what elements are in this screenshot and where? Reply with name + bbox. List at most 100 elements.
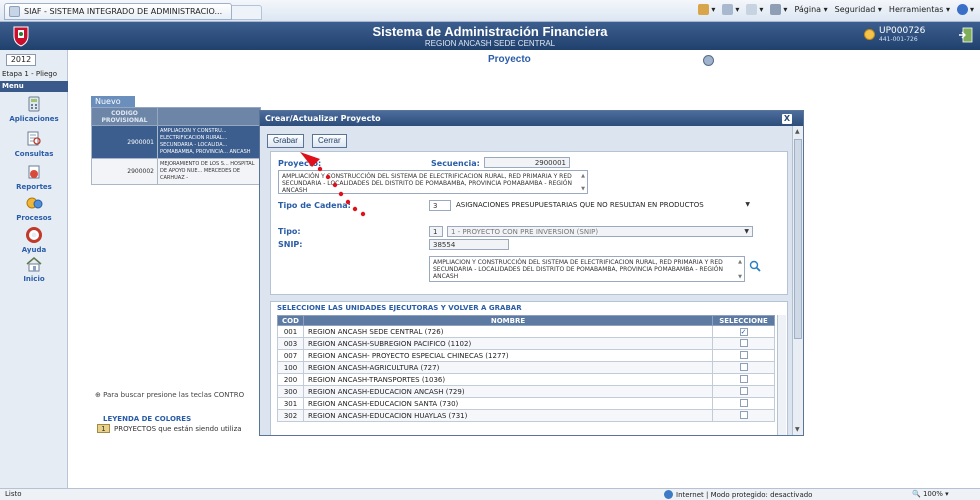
security-menu[interactable]: Seguridad ▾ bbox=[835, 5, 882, 14]
close-button[interactable]: Cerrar bbox=[312, 134, 347, 148]
table-row[interactable]: 301 REGION ANCASH-EDUCACION SANTA (730) bbox=[277, 397, 775, 410]
executing-units-scrollbar[interactable] bbox=[777, 315, 786, 435]
column-header-seleccione: SELECCIONE bbox=[712, 315, 775, 326]
exit-door-icon[interactable] bbox=[958, 27, 974, 43]
sidebar-item-consultas[interactable]: Consultas bbox=[0, 131, 68, 158]
page-menu[interactable]: Página ▾ bbox=[794, 5, 827, 14]
browser-tab[interactable]: SIAF - SISTEMA INTEGRADO DE ADMINISTRACI… bbox=[4, 3, 232, 20]
unit-select-checkbox[interactable] bbox=[739, 386, 748, 395]
dialog-close-button[interactable]: X bbox=[782, 114, 792, 124]
snip-field[interactable]: 38554 bbox=[429, 239, 509, 250]
unit-select-cell bbox=[712, 337, 775, 350]
security-zone: Internet | Modo protegido: desactivado bbox=[664, 490, 812, 499]
print-button[interactable]: ▾ bbox=[770, 4, 787, 15]
snip-label: SNIP: bbox=[278, 240, 303, 249]
table-row[interactable]: 200 REGION ANCASH-TRANSPORTES (1036) bbox=[277, 373, 775, 386]
mail-button[interactable]: ▾ bbox=[746, 4, 763, 15]
table-row[interactable]: 100 REGION ANCASH-AGRICULTURA (727) bbox=[277, 361, 775, 374]
legend-title: LEYENDA DE COLORES bbox=[103, 415, 192, 423]
unit-select-checkbox[interactable] bbox=[739, 338, 748, 347]
table-row[interactable]: 300 REGION ANCASH-EDUCACION ANCASH (729) bbox=[277, 385, 775, 398]
column-header-cod: CODIGO PROVISIONAL bbox=[91, 107, 158, 126]
table-row[interactable]: 2900002 MEJORAMIENTO DE LOS S... HOSPITA… bbox=[91, 158, 261, 185]
sidebar-item-label: Reportes bbox=[16, 183, 52, 191]
sidebar-item-procesos[interactable]: Procesos bbox=[0, 195, 68, 222]
unit-cod: 001 bbox=[277, 325, 304, 338]
project-dialog: Crear/Actualizar Proyecto X Grabar Cerra… bbox=[259, 110, 804, 436]
sidebar-item-reportes[interactable]: Reportes bbox=[0, 164, 68, 191]
scroll-up-icon[interactable]: ▲ bbox=[795, 128, 800, 135]
stage-label: Etapa 1 - Pliego bbox=[2, 70, 57, 78]
dialog-title: Crear/Actualizar Proyecto bbox=[260, 111, 803, 126]
tipo-code-field[interactable]: 1 bbox=[429, 226, 443, 237]
user-name: UP000726 bbox=[879, 26, 926, 36]
year-field[interactable]: 2012 bbox=[6, 54, 36, 66]
unit-name: REGION ANCASH-EDUCACION HUAYLAS (731) bbox=[303, 409, 713, 422]
scroll-up-icon[interactable]: ▲ bbox=[581, 173, 585, 180]
scroll-down-icon[interactable]: ▼ bbox=[738, 274, 742, 281]
unit-cod: 100 bbox=[277, 361, 304, 374]
globe-icon bbox=[664, 490, 673, 499]
search-hint-text: Para buscar presione las teclas CONTRO bbox=[103, 391, 245, 399]
table-row[interactable]: 001 REGION ANCASH SEDE CENTRAL (726) ✓ bbox=[277, 325, 775, 338]
tipo-cadena-code-field[interactable]: 3 bbox=[429, 200, 451, 211]
zoom-control[interactable]: 🔍 100% ▾ bbox=[912, 490, 949, 498]
print-icon bbox=[770, 4, 782, 15]
user-id: 441-001-726 bbox=[879, 36, 918, 43]
unit-select-checkbox[interactable] bbox=[739, 362, 748, 371]
tipo-cadena-value: ASIGNACIONES PRESUPUESTARIAS QUE NO RESU… bbox=[456, 201, 704, 209]
dialog-scrollbar[interactable]: ▲ ▼ bbox=[792, 126, 803, 435]
tipo-select[interactable]: 1 - PROYECTO CON PRE INVERSION (SNIP) ▼ bbox=[447, 226, 753, 237]
feeds-button[interactable]: ▾ bbox=[722, 4, 739, 15]
chevron-down-icon: ▼ bbox=[744, 228, 749, 235]
row-desc: AMPLIACION Y CONSTRU... ELECTRIFICACION … bbox=[157, 125, 261, 159]
snip-description[interactable]: AMPLIACION Y CONSTRUCCIÓN DEL SISTEMA DE… bbox=[429, 256, 745, 282]
siaf-favicon-icon bbox=[9, 6, 20, 17]
browser-toolbar: SIAF - SISTEMA INTEGRADO DE ADMINISTRACI… bbox=[0, 0, 980, 22]
new-tab-button[interactable] bbox=[232, 5, 262, 20]
unit-select-cell bbox=[712, 385, 775, 398]
gears-icon bbox=[26, 197, 43, 209]
refresh-icon[interactable] bbox=[703, 55, 714, 66]
proyecto-description[interactable]: AMPLIACIÓN Y CONSTRUCCIÓN DEL SISTEMA DE… bbox=[278, 170, 588, 194]
table-row[interactable]: 302 REGION ANCASH-EDUCACION HUAYLAS (731) bbox=[277, 409, 775, 422]
unit-name: REGION ANCASH-AGRICULTURA (727) bbox=[303, 361, 713, 374]
sidebar-item-label: Aplicaciones bbox=[9, 115, 59, 123]
unit-name: REGION ANCASH-EDUCACION ANCASH (729) bbox=[303, 385, 713, 398]
table-row[interactable]: 007 REGION ANCASH- PROYECTO ESPECIAL CHIN… bbox=[277, 349, 775, 362]
executing-units-title: SELECCIONE LAS UNIDADES EJECUTORAS Y VOL… bbox=[277, 304, 522, 312]
scroll-thumb[interactable] bbox=[794, 139, 802, 339]
search-hint: ⊕ Para buscar presione las teclas CONTRO bbox=[95, 391, 244, 399]
unit-select-checkbox[interactable] bbox=[739, 410, 748, 419]
unit-select-cell bbox=[712, 373, 775, 386]
help-button[interactable]: ▾ bbox=[956, 4, 974, 15]
save-button[interactable]: Grabar bbox=[267, 134, 304, 148]
home-button[interactable]: ▾ bbox=[698, 4, 715, 15]
lifebuoy-help-icon bbox=[26, 227, 42, 243]
search-icon[interactable] bbox=[749, 260, 761, 272]
tab-nuevo[interactable]: Nuevo bbox=[91, 96, 135, 107]
scroll-up-icon[interactable]: ▲ bbox=[738, 259, 742, 266]
sidebar-item-ayuda[interactable]: Ayuda bbox=[0, 227, 68, 254]
table-row[interactable]: 003 REGION ANCASH-SUBREGION PACIFICO (110… bbox=[277, 337, 775, 350]
sidebar-item-label: Inicio bbox=[23, 275, 45, 283]
scroll-down-icon[interactable]: ▼ bbox=[581, 186, 585, 193]
column-header-cod: COD bbox=[277, 315, 304, 326]
row-cod: 2900001 bbox=[91, 125, 158, 159]
scroll-down-icon[interactable]: ▼ bbox=[795, 426, 800, 433]
unit-select-checkbox[interactable]: ✓ bbox=[739, 327, 748, 336]
sidebar-item-inicio[interactable]: Inicio bbox=[0, 256, 68, 283]
executing-units-panel: SELECCIONE LAS UNIDADES EJECUTORAS Y VOL… bbox=[270, 301, 788, 435]
table-row[interactable]: 2900001 AMPLIACION Y CONSTRU... ELECTRIF… bbox=[91, 125, 261, 159]
unit-select-cell bbox=[712, 409, 775, 422]
secuencia-field[interactable]: 2900001 bbox=[484, 157, 570, 168]
tipo-value: 1 - PROYECTO CON PRE INVERSION (SNIP) bbox=[451, 228, 599, 236]
projects-table: CODIGO PROVISIONAL 2900001 AMPLIACION Y … bbox=[91, 107, 261, 185]
tools-menu[interactable]: Herramientas ▾ bbox=[889, 5, 950, 14]
unit-select-checkbox[interactable] bbox=[739, 350, 748, 359]
unit-select-checkbox[interactable] bbox=[739, 374, 748, 383]
tipo-cadena-select[interactable]: ASIGNACIONES PRESUPUESTARIAS QUE NO RESU… bbox=[453, 200, 753, 211]
unit-select-checkbox[interactable] bbox=[739, 398, 748, 407]
unit-cod: 300 bbox=[277, 385, 304, 398]
sidebar-item-aplicaciones[interactable]: Aplicaciones bbox=[0, 96, 68, 123]
